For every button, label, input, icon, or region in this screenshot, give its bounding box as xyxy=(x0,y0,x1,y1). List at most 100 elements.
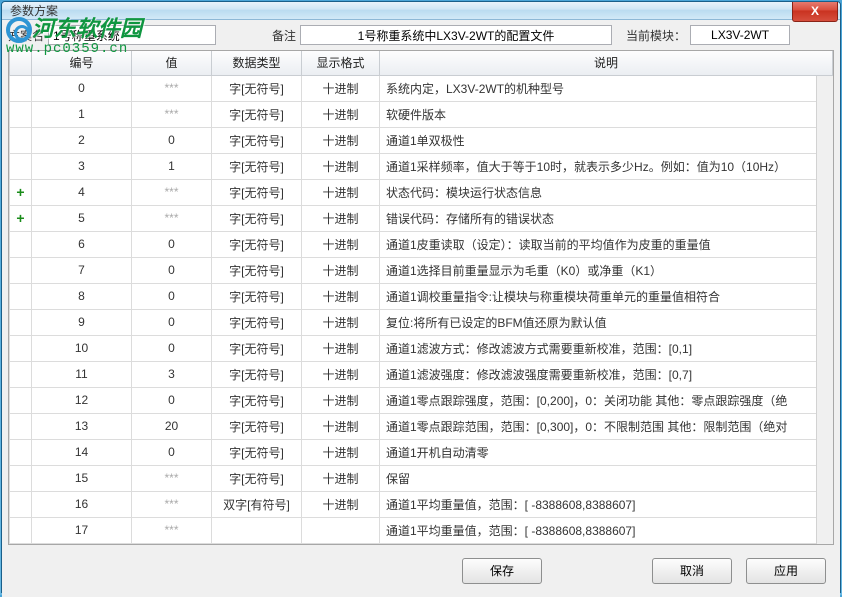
table-row[interactable]: 113字[无符号]十进制通道1滤波强度：修改滤波强度需要重新校准，范围：[0,7… xyxy=(10,361,833,387)
cell-description[interactable]: 通道1采样频率，值大于等于10时，就表示多少Hz。例如：值为10（10Hz） xyxy=(380,153,833,179)
table-row[interactable]: 1320字[无符号]十进制通道1零点跟踪范围，范围：[0,300]，0：不限制范… xyxy=(10,413,833,439)
vertical-scrollbar[interactable] xyxy=(816,76,833,544)
cell-description[interactable]: 通道1皮重读取（设定）：读取当前的平均值作为皮重的重量值 xyxy=(380,231,833,257)
cell-description[interactable]: 软硬件版本 xyxy=(380,101,833,127)
cell-value[interactable]: *** xyxy=(132,465,212,491)
cell-description[interactable]: 复位:将所有已设定的BFM值还原为默认值 xyxy=(380,309,833,335)
col-description[interactable]: 说明 xyxy=(380,51,833,75)
cell-number[interactable]: 14 xyxy=(32,439,132,465)
cell-number[interactable]: 13 xyxy=(32,413,132,439)
apply-button[interactable]: 应用 xyxy=(746,558,826,584)
cancel-button[interactable]: 取消 xyxy=(652,558,732,584)
cell-type[interactable]: 字[无符号] xyxy=(212,387,302,413)
cell-format[interactable]: 十进制 xyxy=(302,153,380,179)
expand-icon[interactable]: + xyxy=(16,184,24,200)
cell-type[interactable]: 字[无符号] xyxy=(212,335,302,361)
cell-description[interactable]: 通道1零点跟踪范围，范围：[0,300]，0：不限制范围 其他：限制范围（绝对 xyxy=(380,413,833,439)
cell-value[interactable]: 0 xyxy=(132,439,212,465)
table-row[interactable]: 90字[无符号]十进制复位:将所有已设定的BFM值还原为默认值 xyxy=(10,309,833,335)
cell-type[interactable]: 字[无符号] xyxy=(212,231,302,257)
cell-value[interactable]: *** xyxy=(132,75,212,101)
cell-value[interactable]: 20 xyxy=(132,413,212,439)
table-row[interactable]: 17***通道1平均重量值，范围：[ -8388608,8388607] xyxy=(10,517,833,543)
cell-description[interactable]: 状态代码：模块运行状态信息 xyxy=(380,179,833,205)
cell-number[interactable]: 12 xyxy=(32,387,132,413)
cell-format[interactable]: 十进制 xyxy=(302,205,380,231)
cell-format[interactable]: 十进制 xyxy=(302,335,380,361)
cell-format[interactable]: 十进制 xyxy=(302,127,380,153)
col-number[interactable]: 编号 xyxy=(32,51,132,75)
cell-format[interactable]: 十进制 xyxy=(302,309,380,335)
cell-format[interactable]: 十进制 xyxy=(302,465,380,491)
cell-number[interactable]: 17 xyxy=(32,517,132,543)
cell-value[interactable]: 0 xyxy=(132,387,212,413)
cell-value[interactable]: 1 xyxy=(132,153,212,179)
cell-description[interactable]: 通道1滤波方式：修改滤波方式需要重新校准，范围：[0,1] xyxy=(380,335,833,361)
cell-number[interactable]: 15 xyxy=(32,465,132,491)
cell-number[interactable]: 8 xyxy=(32,283,132,309)
table-row[interactable]: 0***字[无符号]十进制系统内定，LX3V-2WT的机种型号 xyxy=(10,75,833,101)
cell-format[interactable]: 十进制 xyxy=(302,413,380,439)
cell-description[interactable]: 系统内定，LX3V-2WT的机种型号 xyxy=(380,75,833,101)
cell-type[interactable]: 字[无符号] xyxy=(212,257,302,283)
cell-description[interactable]: 通道1单双极性 xyxy=(380,127,833,153)
table-row[interactable]: 16***双字[有符号]十进制通道1平均重量值，范围：[ -8388608,83… xyxy=(10,491,833,517)
cell-format[interactable]: 十进制 xyxy=(302,491,380,517)
save-button[interactable]: 保存 xyxy=(462,558,542,584)
remark-input[interactable] xyxy=(300,25,612,45)
table-row[interactable]: 100字[无符号]十进制通道1滤波方式：修改滤波方式需要重新校准，范围：[0,1… xyxy=(10,335,833,361)
cell-format[interactable]: 十进制 xyxy=(302,179,380,205)
cell-number[interactable]: 5 xyxy=(32,205,132,231)
cell-value[interactable]: *** xyxy=(132,517,212,543)
cell-format[interactable]: 十进制 xyxy=(302,75,380,101)
cell-number[interactable]: 3 xyxy=(32,153,132,179)
cell-value[interactable]: *** xyxy=(132,101,212,127)
cell-type[interactable]: 字[无符号] xyxy=(212,465,302,491)
col-value[interactable]: 值 xyxy=(132,51,212,75)
cell-type[interactable]: 字[无符号] xyxy=(212,413,302,439)
cell-value[interactable]: 0 xyxy=(132,127,212,153)
cell-number[interactable]: 16 xyxy=(32,491,132,517)
cell-description[interactable]: 保留 xyxy=(380,465,833,491)
cell-value[interactable]: 0 xyxy=(132,257,212,283)
table-row[interactable]: 31字[无符号]十进制通道1采样频率，值大于等于10时，就表示多少Hz。例如：值… xyxy=(10,153,833,179)
cell-number[interactable]: 6 xyxy=(32,231,132,257)
cell-format[interactable]: 十进制 xyxy=(302,439,380,465)
cell-type[interactable]: 字[无符号] xyxy=(212,127,302,153)
table-row[interactable]: 80字[无符号]十进制通道1调校重量指令:让模块与称重模块荷重单元的重量值相符合 xyxy=(10,283,833,309)
table-row[interactable]: 20字[无符号]十进制通道1单双极性 xyxy=(10,127,833,153)
cell-type[interactable]: 字[无符号] xyxy=(212,153,302,179)
data-grid[interactable]: 编号 值 数据类型 显示格式 说明 0***字[无符号]十进制系统内定，LX3V… xyxy=(8,50,834,545)
scheme-input[interactable] xyxy=(48,25,216,45)
cell-format[interactable]: 十进制 xyxy=(302,101,380,127)
cell-description[interactable]: 通道1平均重量值，范围：[ -8388608,8388607] xyxy=(380,491,833,517)
cell-description[interactable]: 通道1开机自动清零 xyxy=(380,439,833,465)
cell-description[interactable]: 错误代码：存储所有的错误状态 xyxy=(380,205,833,231)
table-row[interactable]: 120字[无符号]十进制通道1零点跟踪强度，范围：[0,200]，0：关闭功能 … xyxy=(10,387,833,413)
cell-value[interactable]: 0 xyxy=(132,309,212,335)
cell-number[interactable]: 0 xyxy=(32,75,132,101)
cell-type[interactable]: 字[无符号] xyxy=(212,283,302,309)
close-button[interactable]: X xyxy=(792,2,838,22)
cell-number[interactable]: 1 xyxy=(32,101,132,127)
table-row[interactable]: +4***字[无符号]十进制状态代码：模块运行状态信息 xyxy=(10,179,833,205)
cell-type[interactable]: 字[无符号] xyxy=(212,309,302,335)
cell-type[interactable]: 双字[有符号] xyxy=(212,491,302,517)
cell-value[interactable]: *** xyxy=(132,491,212,517)
col-expand[interactable] xyxy=(10,51,32,75)
table-row[interactable]: +5***字[无符号]十进制错误代码：存储所有的错误状态 xyxy=(10,205,833,231)
table-row[interactable]: 60字[无符号]十进制通道1皮重读取（设定）：读取当前的平均值作为皮重的重量值 xyxy=(10,231,833,257)
cell-number[interactable]: 4 xyxy=(32,179,132,205)
table-row[interactable]: 140字[无符号]十进制通道1开机自动清零 xyxy=(10,439,833,465)
module-input[interactable] xyxy=(690,25,790,45)
cell-value[interactable]: 0 xyxy=(132,335,212,361)
cell-value[interactable]: *** xyxy=(132,205,212,231)
cell-number[interactable]: 7 xyxy=(32,257,132,283)
cell-description[interactable]: 通道1调校重量指令:让模块与称重模块荷重单元的重量值相符合 xyxy=(380,283,833,309)
expand-icon[interactable]: + xyxy=(16,210,24,226)
cell-type[interactable]: 字[无符号] xyxy=(212,101,302,127)
cell-format[interactable]: 十进制 xyxy=(302,361,380,387)
cell-type[interactable] xyxy=(212,517,302,543)
cell-description[interactable]: 通道1选择目前重量显示为毛重（K0）或净重（K1） xyxy=(380,257,833,283)
col-format[interactable]: 显示格式 xyxy=(302,51,380,75)
